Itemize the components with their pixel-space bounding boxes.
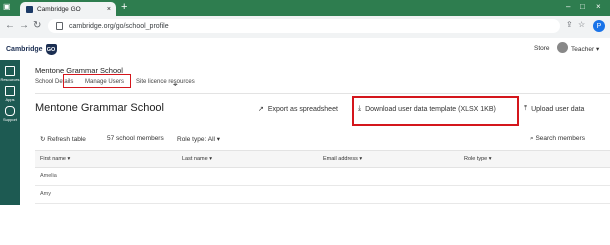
first-name-cell: Amelia: [40, 173, 57, 179]
minimize-button[interactable]: –: [566, 2, 570, 11]
page-title: Mentone Grammar School: [35, 102, 164, 114]
upload-user-data-button[interactable]: ⤒ Upload user data: [524, 105, 584, 113]
export-spreadsheet-button[interactable]: ↗ Export as spreadsheet: [258, 105, 338, 114]
grid-icon: [5, 86, 15, 96]
chevron-down-icon: ▾: [359, 156, 363, 162]
export-icon: ↗: [258, 106, 264, 113]
address-bar[interactable]: cambridge.org/go/school_profile: [48, 19, 560, 33]
tab-site-licence-resources[interactable]: Site licence resources: [136, 79, 195, 85]
reload-icon[interactable]: ↻: [33, 20, 41, 31]
browser-menu-icon[interactable]: ▣: [3, 2, 11, 11]
refresh-icon: ↻: [40, 136, 46, 143]
browser-tab-title: Cambridge GO: [37, 5, 81, 13]
upload-label: Upload user data: [531, 105, 585, 113]
sidenav-label: Support: [2, 117, 17, 122]
help-icon: [5, 106, 15, 116]
role-type-filter[interactable]: Role type: All ▾: [177, 135, 220, 143]
chevron-down-icon: ▾: [488, 156, 492, 162]
search-icon: ⌕: [530, 135, 534, 142]
browser-tab[interactable]: Cambridge GO ×: [20, 2, 116, 16]
maximize-button[interactable]: □: [580, 2, 585, 11]
table-header: First name ▾ Last name ▾ Email address ▾…: [35, 150, 610, 168]
chevron-down-icon: ▾: [67, 156, 71, 162]
browser-tab-bar: ▣ Cambridge GO × + – □ ×: [0, 0, 610, 16]
cambridge-go-logo[interactable]: Cambridge GO: [6, 44, 57, 55]
search-label: Search members: [535, 135, 585, 142]
column-header-role-type[interactable]: Role type ▾: [464, 156, 492, 162]
member-count: 57 school members: [107, 135, 164, 142]
refresh-label: Refresh table: [47, 136, 86, 143]
back-icon[interactable]: ←: [5, 20, 15, 31]
search-members-button[interactable]: ⌕ Search members: [530, 135, 585, 143]
logo-text: Cambridge: [6, 46, 43, 53]
column-label: First name: [40, 156, 66, 162]
sidenav-label: Apps: [5, 97, 15, 102]
tab-close-icon[interactable]: ×: [107, 6, 111, 13]
star-icon[interactable]: ☆: [578, 20, 585, 29]
profile-avatar[interactable]: P: [593, 20, 605, 32]
mouse-cursor-icon: ⌖: [173, 80, 178, 89]
chevron-down-icon: ▾: [595, 46, 600, 53]
upload-icon: ⤒: [524, 105, 528, 112]
column-label: Role type: [464, 156, 488, 162]
user-menu[interactable]: Teacher ▾: [571, 45, 599, 53]
column-header-last-name[interactable]: Last name ▾: [182, 156, 212, 162]
table-toolbar: ↻ Refresh table 57 school members Role t…: [35, 130, 610, 148]
user-avatar[interactable]: [557, 42, 568, 53]
role-type-filter-label: Role type:: [177, 136, 207, 143]
user-role-label: Teacher: [571, 46, 595, 53]
manage-users-highlight: [63, 74, 131, 88]
document-icon: [5, 66, 15, 76]
column-label: Email address: [323, 156, 358, 162]
chevron-down-icon: ▾: [216, 136, 221, 143]
chevron-down-icon: ▾: [209, 156, 212, 162]
forward-icon[interactable]: →: [19, 20, 29, 31]
new-tab-button[interactable]: +: [121, 1, 127, 13]
close-window-button[interactable]: ×: [596, 2, 601, 11]
first-name-cell: Amy: [40, 191, 51, 197]
download-template-highlight: [352, 96, 519, 126]
sidenav-item-resources[interactable]: Resources: [0, 66, 20, 82]
column-header-first-name[interactable]: First name ▾: [40, 156, 70, 162]
export-label: Export as spreadsheet: [267, 105, 338, 113]
browser-chrome: ▣ Cambridge GO × + – □ × ← → ↻ cambridge…: [0, 0, 610, 39]
table-row[interactable]: Amelia: [35, 168, 610, 186]
app-header: Cambridge GO Store Teacher ▾: [0, 38, 610, 61]
store-link[interactable]: Store: [534, 45, 550, 52]
refresh-table-button[interactable]: ↻ Refresh table: [40, 135, 86, 143]
column-header-email[interactable]: Email address ▾: [323, 156, 362, 162]
sidenav-label: Resources: [0, 77, 20, 82]
lock-icon: [56, 22, 63, 30]
browser-navbar: ← → ↻ cambridge.org/go/school_profile ⇪ …: [0, 16, 610, 39]
sidenav-item-support[interactable]: Support: [0, 106, 20, 122]
divider: [35, 93, 610, 94]
logo-badge: GO: [45, 44, 57, 55]
share-icon[interactable]: ⇪: [566, 20, 573, 29]
side-nav: Resources Apps Support: [0, 60, 20, 205]
address-bar-url: cambridge.org/go/school_profile: [69, 22, 169, 30]
role-type-filter-value: All: [207, 136, 215, 143]
sidenav-item-apps[interactable]: Apps: [0, 86, 20, 102]
column-label: Last name: [182, 156, 208, 162]
cambridge-favicon-icon: [26, 5, 33, 13]
table-row[interactable]: Amy: [35, 186, 610, 204]
members-table: First name ▾ Last name ▾ Email address ▾…: [35, 150, 610, 204]
